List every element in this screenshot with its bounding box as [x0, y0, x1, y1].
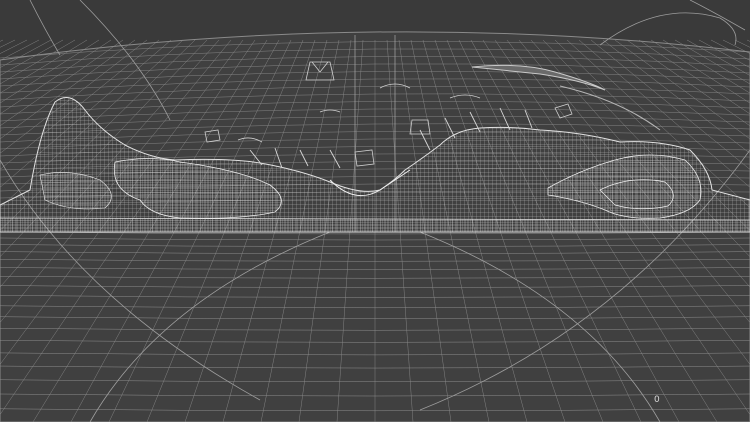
terrain-front-edge — [0, 217, 750, 233]
viewport-counter: 0 — [654, 395, 660, 405]
3d-viewport[interactable]: 0 — [0, 0, 750, 422]
wireframe-scene[interactable] — [0, 0, 750, 422]
